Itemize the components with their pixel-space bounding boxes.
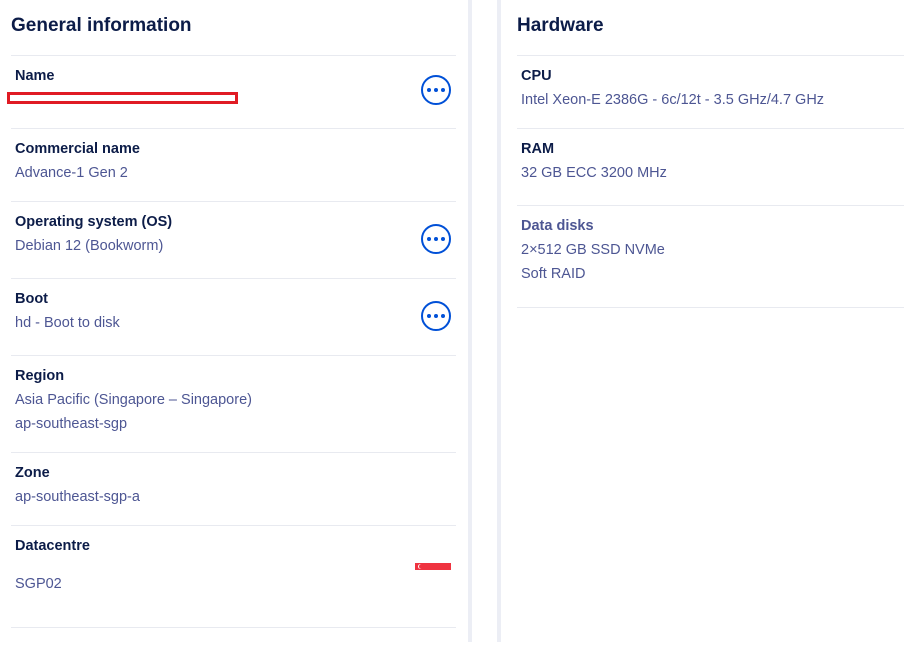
singapore-flag-icon	[415, 563, 451, 576]
boot-label: Boot	[15, 291, 49, 307]
zone-value: ap-southeast-sgp-a	[15, 489, 140, 505]
os-more-actions-button[interactable]	[421, 224, 451, 254]
commercial-name-label: Commercial name	[15, 141, 140, 157]
os-value: Debian 12 (Bookworm)	[15, 238, 164, 254]
zone-row: Zone ap-southeast-sgp-a	[11, 452, 456, 526]
commercial-name-row: Commercial name Advance-1 Gen 2	[11, 128, 456, 202]
data-disks-raid-value: Soft RAID	[521, 266, 586, 282]
data-disks-value: 2×512 GB SSD NVMe	[521, 242, 665, 258]
ram-value: 32 GB ECC 3200 MHz	[521, 165, 667, 181]
hardware-panel: Hardware CPU Intel Xeon-E 2386G - 6c/12t…	[501, 0, 904, 648]
datacentre-label: Datacentre	[15, 538, 90, 554]
boot-more-actions-button[interactable]	[421, 301, 451, 331]
name-label: Name	[15, 68, 55, 84]
general-information-title: General information	[11, 15, 192, 36]
zone-label: Zone	[15, 465, 50, 481]
commercial-name-value: Advance-1 Gen 2	[15, 165, 128, 181]
cpu-label: CPU	[521, 68, 552, 84]
cpu-row: CPU Intel Xeon-E 2386G - 6c/12t - 3.5 GH…	[517, 55, 904, 129]
os-label: Operating system (OS)	[15, 214, 173, 230]
cpu-value: Intel Xeon-E 2386G - 6c/12t - 3.5 GHz/4.…	[521, 92, 825, 108]
ram-label: RAM	[521, 141, 555, 157]
data-disks-row: Data disks 2×512 GB SSD NVMe Soft RAID	[517, 205, 904, 308]
redaction-box	[7, 92, 238, 104]
general-information-panel: General information Name Commercial name…	[0, 0, 470, 648]
region-label: Region	[15, 368, 65, 384]
boot-value: hd - Boot to disk	[15, 315, 120, 331]
datacentre-row: Datacentre SGP02	[11, 525, 456, 628]
ram-row: RAM 32 GB ECC 3200 MHz	[517, 128, 904, 206]
hardware-title: Hardware	[517, 15, 604, 36]
ellipsis-icon	[427, 88, 445, 92]
name-more-actions-button[interactable]	[421, 75, 451, 105]
boot-row: Boot hd - Boot to disk	[11, 278, 456, 356]
ellipsis-icon	[427, 237, 445, 241]
data-disks-label: Data disks	[521, 218, 594, 234]
ellipsis-icon	[427, 314, 445, 318]
region-code-value: ap-southeast-sgp	[15, 416, 128, 432]
os-row: Operating system (OS) Debian 12 (Bookwor…	[11, 201, 456, 279]
region-value: Asia Pacific (Singapore – Singapore)	[15, 392, 252, 408]
region-row: Region Asia Pacific (Singapore – Singapo…	[11, 355, 456, 453]
datacentre-value: SGP02	[15, 576, 62, 592]
